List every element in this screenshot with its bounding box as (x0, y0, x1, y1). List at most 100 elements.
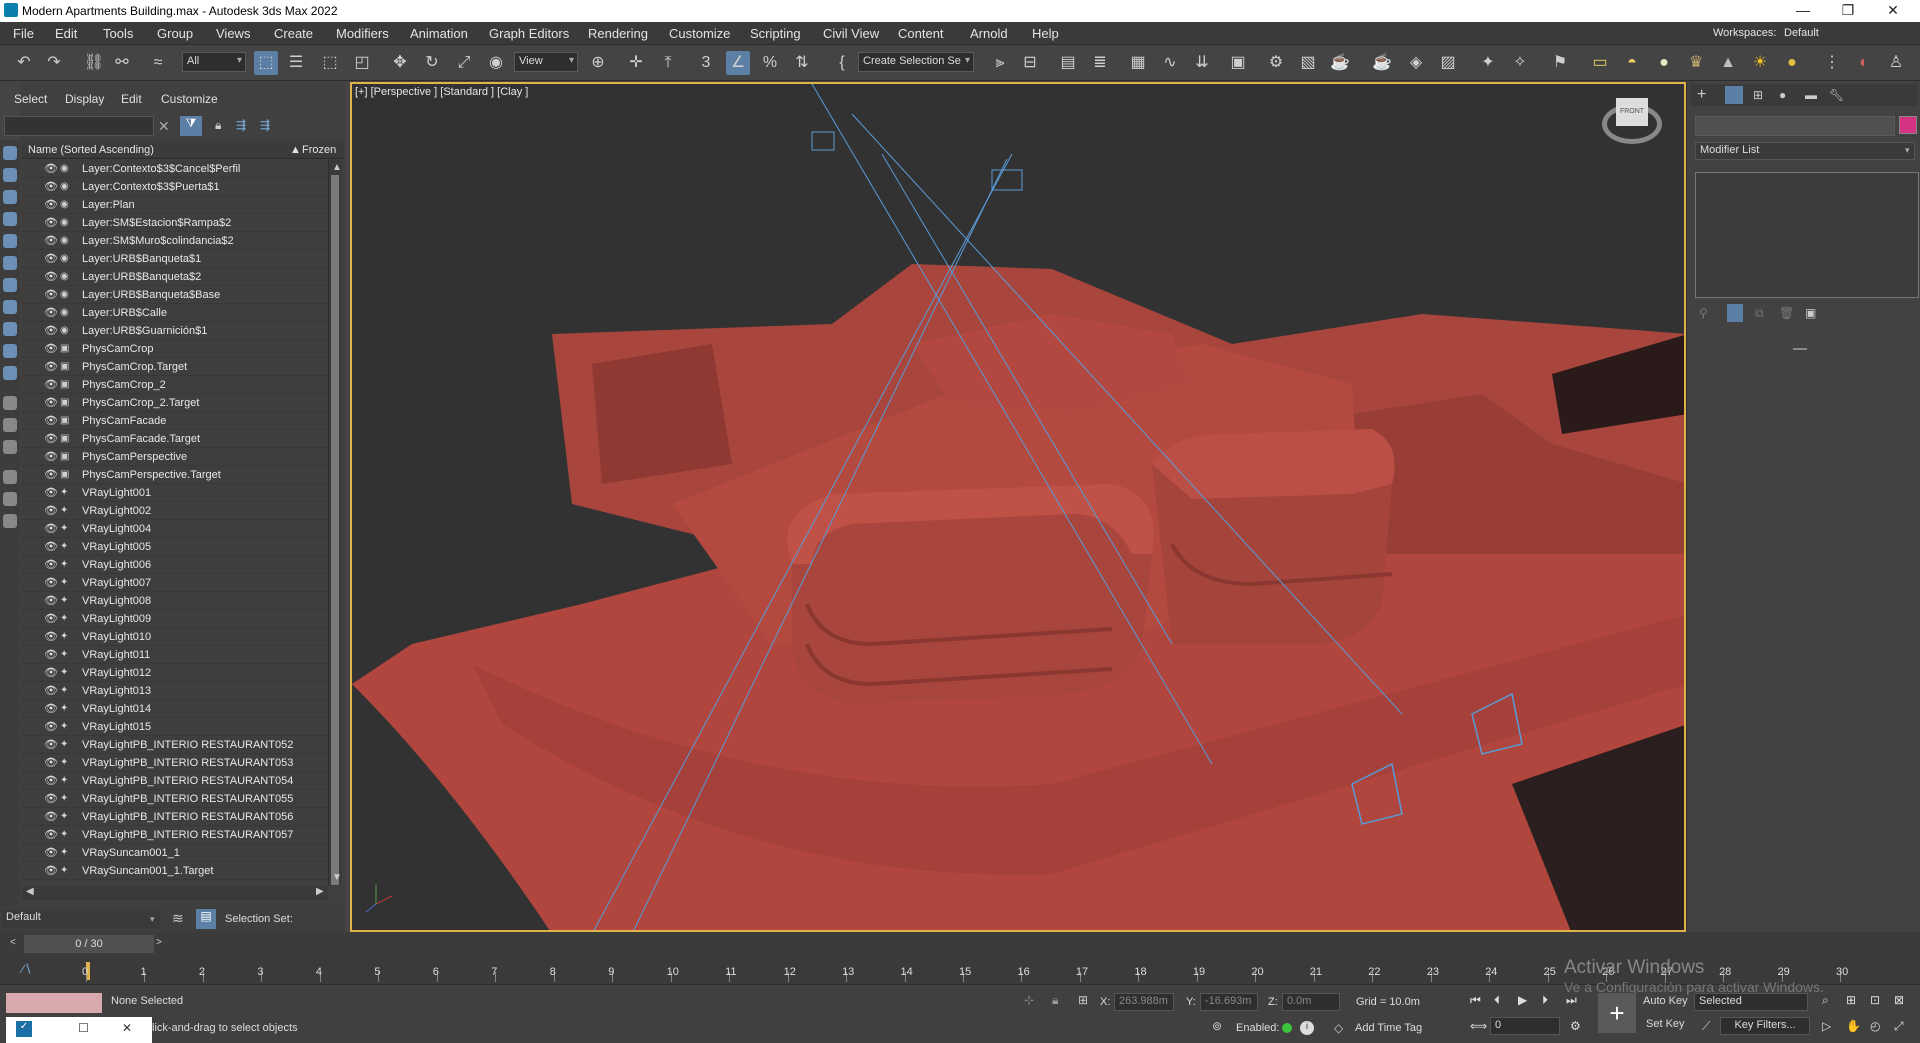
list-item[interactable]: 👁︎ ▣ PhysCamPerspective.Target (22, 466, 328, 484)
enabled-indicator[interactable] (1282, 1023, 1292, 1033)
list-item[interactable]: 👁︎ ▣ PhysCamPerspective (22, 448, 328, 466)
time-slider[interactable]: 0 / 30 (24, 935, 154, 953)
set-key-button[interactable]: Set Key (1646, 1018, 1685, 1030)
adaptive-degradation-icon[interactable]: ⊚ (1212, 1019, 1222, 1033)
visibility-eye-icon[interactable]: 👁︎ (44, 504, 58, 517)
keyboard-shortcut-icon[interactable]: ⤒ (656, 51, 680, 75)
visibility-eye-icon[interactable]: 👁︎ (44, 198, 58, 211)
rectangular-selection-icon[interactable]: ⬚ (318, 51, 342, 75)
selection-set-toggle-icon[interactable]: ▤ (196, 909, 216, 929)
visibility-eye-icon[interactable]: 👁︎ (44, 162, 58, 175)
layers-icon[interactable]: ≋ (172, 910, 184, 927)
menu-scripting[interactable]: Scripting (750, 26, 801, 41)
isolate-selection-icon[interactable]: ⊹ (1024, 993, 1034, 1007)
list-item[interactable]: 👁︎ ◉ Layer:Plan (22, 196, 328, 214)
menu-help[interactable]: Help (1032, 26, 1059, 41)
maximize-viewport-icon[interactable]: ⤢ (1894, 1019, 1904, 1034)
frozen-column-header[interactable]: Frozen (302, 144, 336, 156)
layer-explorer-icon[interactable]: ≣ (1088, 51, 1112, 75)
viewport-label[interactable]: [+] [Perspective ] [Standard ] [Clay ] (355, 86, 528, 98)
z-coordinate-field[interactable]: 0.0m (1282, 993, 1340, 1011)
pivot-center-icon[interactable]: ⊕ (586, 51, 610, 75)
scroll-left-icon[interactable]: ◀ (26, 886, 34, 897)
vray-dome-icon[interactable]: ◓ (1620, 51, 1644, 75)
named-selection-dropdown[interactable]: Create Selection Se (858, 52, 974, 72)
align-icon[interactable]: ⊟ (1018, 51, 1042, 75)
next-frame-icon[interactable]: ⏵ (1542, 993, 1548, 1008)
menu-edit[interactable]: Edit (55, 26, 77, 41)
visibility-eye-icon[interactable]: 👁︎ (44, 720, 58, 733)
render-production-icon[interactable]: ☕ (1328, 51, 1352, 75)
motion-tab-icon[interactable]: ● (1779, 88, 1786, 102)
menu-animation[interactable]: Animation (410, 26, 468, 41)
select-by-name-icon[interactable]: ☰ (284, 51, 308, 75)
display-spacewarps-icon[interactable] (3, 256, 17, 270)
reference-coordinate-dropdown[interactable]: View (514, 52, 578, 72)
list-item[interactable]: 👁︎ ◉ Layer:URB$Banqueta$Base (22, 286, 328, 304)
modifier-list-arrow-icon[interactable]: ▾ (1905, 145, 1910, 156)
explorer-menu-edit[interactable]: Edit (121, 92, 142, 106)
visibility-eye-icon[interactable]: 👁︎ (44, 558, 58, 571)
scroll-right-icon[interactable]: ▶ (316, 886, 324, 897)
list-item[interactable]: 👁︎ ✦ VRayLight015 (22, 718, 328, 736)
visibility-eye-icon[interactable]: 👁︎ (44, 252, 58, 265)
list-item[interactable]: 👁︎ ✦ VRayLight007 (22, 574, 328, 592)
window-crossing-icon[interactable]: ◰ (350, 51, 374, 75)
visibility-eye-icon[interactable]: 👁︎ (44, 450, 58, 463)
explorer-horizontal-scrollbar[interactable] (22, 886, 328, 900)
display-tab-icon[interactable]: ▬ (1805, 88, 1817, 102)
explorer-scroll-thumb[interactable] (331, 175, 339, 885)
play-icon[interactable]: ▶ (1518, 993, 1527, 1007)
visibility-eye-icon[interactable]: 👁︎ (44, 702, 58, 715)
curve-editor-icon[interactable]: ∿ (1158, 51, 1182, 75)
menu-graph-editors[interactable]: Graph Editors (489, 26, 569, 41)
display-xrefs-icon[interactable] (3, 300, 17, 314)
display-none-icon[interactable] (3, 418, 17, 432)
visibility-eye-icon[interactable]: 👁︎ (44, 612, 58, 625)
list-item[interactable]: 👁︎ ✦ VRayLightPB_INTERIO RESTAURANT053 (22, 754, 328, 772)
vray-ies-icon[interactable]: ♛ (1684, 51, 1708, 75)
visibility-eye-icon[interactable]: 👁︎ (44, 540, 58, 553)
display-containers-icon[interactable] (3, 344, 17, 358)
filter-icon[interactable] (3, 470, 17, 484)
visibility-eye-icon[interactable]: 👁︎ (44, 774, 58, 787)
list-item[interactable]: 👁︎ ✦ VRayLight002 (22, 502, 328, 520)
list-item[interactable]: 👁︎ ▣ PhysCamCrop (22, 340, 328, 358)
list-item[interactable]: 👁︎ ▣ PhysCamFacade.Target (22, 430, 328, 448)
y-coordinate-field[interactable]: -16.693m (1200, 993, 1258, 1011)
list-item[interactable]: 👁︎ ✦ VRayLightPB_INTERIO RESTAURANT055 (22, 790, 328, 808)
vray-sun-icon[interactable]: ☀ (1748, 51, 1772, 75)
list-item[interactable]: 👁︎ ✦ VRayLightPB_INTERIO RESTAURANT056 (22, 808, 328, 826)
selection-filter-dropdown[interactable]: All (182, 52, 246, 72)
select-object-icon[interactable]: ⬚ (254, 51, 278, 75)
show-end-result-icon[interactable] (1727, 304, 1743, 322)
vray-material-icon[interactable]: ◐ (1852, 51, 1876, 75)
display-groups-icon[interactable] (3, 278, 17, 292)
select-manipulate-icon[interactable]: ✛ (624, 51, 648, 75)
display-invert-icon[interactable] (3, 440, 17, 454)
list-item[interactable]: 👁︎ ✦ VRayLight008 (22, 592, 328, 610)
percent-snap-icon[interactable]: % (758, 51, 782, 75)
configure-sets-icon[interactable]: ▣ (1805, 306, 1816, 320)
spinner-snap-icon[interactable]: ⇅ (790, 51, 814, 75)
menu-views[interactable]: Views (216, 26, 250, 41)
menu-customize[interactable]: Customize (669, 26, 730, 41)
schematic-view-icon[interactable]: ⇊ (1190, 51, 1214, 75)
menu-civil-view[interactable]: Civil View (823, 26, 879, 41)
zoom-all-icon[interactable]: ⊞ (1846, 993, 1856, 1007)
list-item[interactable]: 👁︎ ◉ Layer:Contexto$3$Cancel$Perfil (22, 160, 328, 178)
selection-lock-icon[interactable]: 🔒︎ (1052, 993, 1058, 1008)
list-item[interactable]: 👁︎ ◉ Layer:SM$Muro$colindancia$2 (22, 232, 328, 250)
list-item[interactable]: 👁︎ ◉ Layer:URB$Guarnición$1 (22, 322, 328, 340)
visibility-eye-icon[interactable]: 👁︎ (44, 846, 58, 859)
display-frozen-icon[interactable] (3, 366, 17, 380)
move-icon[interactable]: ✥ (388, 51, 412, 75)
list-item[interactable]: 👁︎ ✦ VRayLight006 (22, 556, 328, 574)
vray-lights-icon[interactable]: ✧ (1508, 51, 1532, 75)
placement-icon[interactable]: ◉ (484, 51, 508, 75)
explorer-menu-display[interactable]: Display (65, 92, 104, 106)
list-item[interactable]: 👁︎ ✦ VRayLight009 (22, 610, 328, 628)
menu-tools[interactable]: Tools (103, 26, 133, 41)
remove-modifier-icon[interactable]: 🗑︎ (1779, 306, 1794, 320)
list-item[interactable]: 👁︎ ✦ VRayLightPB_INTERIO RESTAURANT054 (22, 772, 328, 790)
